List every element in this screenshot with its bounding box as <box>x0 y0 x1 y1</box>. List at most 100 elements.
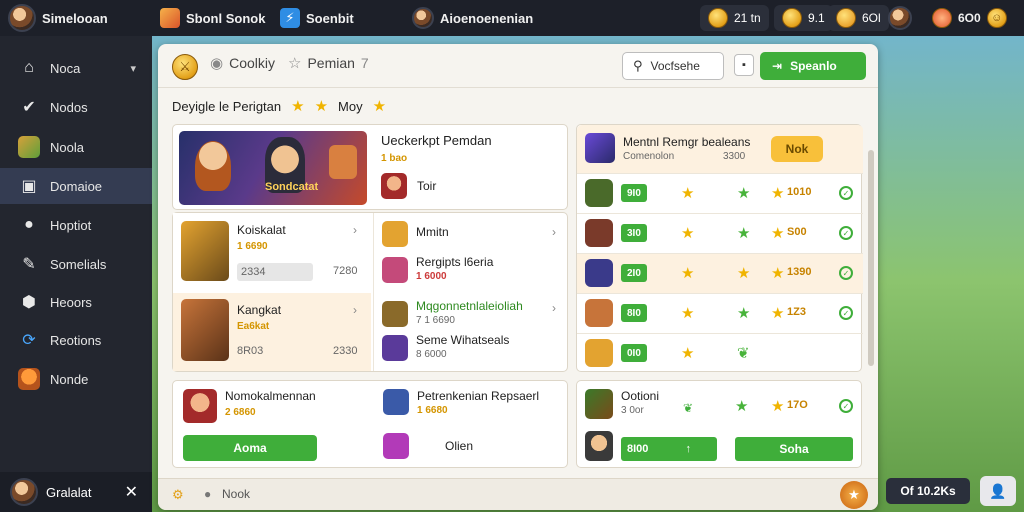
mushroom-icon <box>18 368 40 390</box>
game-title: Kangkat <box>237 303 282 317</box>
list-item[interactable]: Koiskalat 1 6690 › 2334 7280 <box>173 213 371 291</box>
game-value: 7280 <box>333 265 358 277</box>
magic-icon <box>383 433 409 459</box>
smile-coin-icon: ☺ <box>986 8 1007 28</box>
topbar-item-lightning[interactable]: ⚡ Soenbit <box>280 0 354 36</box>
chevron-down-icon: ▾ <box>130 62 136 75</box>
close-icon[interactable]: ✕ <box>125 482 138 502</box>
featured-card[interactable]: Sondcatat Ueckerkpt Pemdan 1 bao Toir <box>172 124 568 210</box>
ranking-button[interactable]: Nok <box>771 136 823 162</box>
topbar-item-gallery[interactable]: Sbonl Sonok <box>160 0 265 36</box>
user-icon: 👤 <box>989 482 1007 499</box>
sidebar-item-reotions[interactable]: ⟳ Reotions <box>0 322 152 358</box>
sidebar-item-heoors[interactable]: ⬢ Heoors <box>0 284 152 320</box>
card-sub: 2 6860 <box>225 407 256 418</box>
sidebar-item-label: Reotions <box>50 332 102 348</box>
search-button[interactable]: ⚲ Vocfsehe <box>622 52 724 80</box>
game-meta: 8R03 <box>237 345 264 357</box>
ranking-card: Mentnl Remgr bealeans Comenolon 3300 Nok… <box>576 124 863 373</box>
list-item[interactable]: Rergipts l6eria 1 6000 <box>374 253 568 289</box>
breadcrumb-extra: Moy <box>338 98 363 114</box>
check-circle-icon: ✓ <box>839 399 853 413</box>
stat-value: 21 tn <box>734 11 761 25</box>
sidebar-user[interactable]: Gralalat ✕ <box>0 472 152 512</box>
clock-icon: ◉ <box>210 55 224 72</box>
check-circle-icon: ✓ <box>839 266 853 280</box>
sidebar-item-hoptiot[interactable]: ● Hoptiot <box>0 207 152 243</box>
game-thumbnail <box>181 299 229 361</box>
list-item[interactable]: Kangkat Ea6kat › 8R03 2330 <box>173 293 371 371</box>
lock-button[interactable]: ▪ <box>734 54 754 76</box>
fire-icon <box>932 8 952 28</box>
ranking-title: Mentnl Remgr bealeans <box>623 135 751 149</box>
list-item[interactable]: Mmitn › <box>374 217 568 253</box>
stat-gold[interactable]: 21 tn <box>700 0 769 36</box>
sidebar-item-somelials[interactable]: ✎ Somelials <box>0 246 152 282</box>
sidebar-item-noola[interactable]: Noola <box>0 129 152 165</box>
tab-coin[interactable]: ⚔ <box>172 54 198 80</box>
avatar-icon <box>412 7 434 29</box>
status-pill: Of 10.2Ks <box>886 478 970 504</box>
card-sub: 1 6680 <box>417 405 448 416</box>
sidebar-item-domaioe[interactable]: ▣ Domaioe <box>0 168 152 204</box>
chevron-right-icon: › <box>353 223 357 237</box>
profile-button[interactable]: 👤 <box>980 476 1016 506</box>
primary-action-button[interactable]: ⇥ Speanlo <box>760 52 866 80</box>
settings-icon[interactable]: ⚙ <box>172 487 184 503</box>
top-bar: Simelooan Sbonl Sonok ⚡ Soenbit Aioenoen… <box>0 0 1024 36</box>
game-sub: 1 6690 <box>237 241 268 252</box>
item-sub: 7 1 6690 <box>416 315 455 326</box>
list-item[interactable]: Seme Wihatseals 8 6000 <box>374 331 568 367</box>
game-icon <box>585 179 613 207</box>
card-action-button[interactable]: Aoma <box>183 435 317 461</box>
app-brand[interactable]: Simelooan <box>8 0 108 36</box>
ranking-row[interactable]: 8I0 ★ ★ ★ 1Z3 ✓ <box>577 293 863 333</box>
topbar-avatar[interactable] <box>888 0 912 36</box>
stat-coins[interactable]: 9.1 <box>774 0 833 36</box>
topbar-currency[interactable]: 6O0 ☺ <box>932 0 1007 36</box>
check-icon: ✔ <box>22 99 36 116</box>
ranking-row[interactable]: 9I0 ★ ★ ★ 1010 ✓ <box>577 173 863 213</box>
card-action-label[interactable]: Olien <box>445 439 473 453</box>
star-icon: ★ <box>735 398 749 415</box>
character-icon <box>381 173 407 199</box>
scrollbar[interactable] <box>868 150 874 366</box>
ranking-row[interactable]: 3I0 ★ ★ ★ S00 ✓ <box>577 213 863 253</box>
ranking-row[interactable]: 2I0 ★ ★ ★ 1390 ✓ <box>577 253 863 293</box>
shield-icon <box>585 133 615 163</box>
featured-banner[interactable]: Sondcatat <box>179 131 367 205</box>
sidebar-item-nodos[interactable]: ✔ Nodos <box>0 89 152 125</box>
lightning-icon: ⚡ <box>280 8 300 28</box>
footer-action-button[interactable]: Soha <box>735 437 853 461</box>
sidebar-item-label: Heoors <box>50 294 92 310</box>
stat-gems[interactable]: 6Ol <box>828 0 889 36</box>
star-icon: ★ <box>291 98 305 115</box>
coin-icon <box>708 8 728 28</box>
ranking-footer-card: Ootioni 3 0or ❦ ★ ★ 17O ✓ 8I00 ↑ Soha <box>576 380 862 468</box>
user-avatar-icon[interactable] <box>8 4 36 32</box>
app-title: Simelooan <box>42 10 108 26</box>
star-icon: ★ <box>681 185 695 202</box>
arrow-up-icon: ↑ <box>685 443 692 455</box>
star-fab-icon[interactable]: ★ <box>840 481 868 509</box>
tag-icon: ● <box>24 216 34 233</box>
ranking-row[interactable]: 0I0 ★ ❦ <box>577 333 863 373</box>
item-sub: 8 6000 <box>416 349 447 360</box>
rank-value: 1390 <box>787 266 812 278</box>
topbar-item-label: Aioenoenenian <box>440 10 534 26</box>
topbar-item-profile[interactable]: Aioenoenenian <box>412 0 533 36</box>
sidebar-item-label: Domaioe <box>50 178 103 194</box>
game-title: Koiskalat <box>237 223 286 237</box>
star-icon: ★ <box>681 345 695 362</box>
user-name: Gralalat <box>46 484 92 500</box>
sidebar-item-noca[interactable]: ⌂ Noca ▾ <box>0 50 152 86</box>
sidebar-item-nonde[interactable]: Nonde <box>0 361 152 397</box>
gamepad-icon: ▣ <box>21 178 37 195</box>
tab-coolkiy[interactable]: ◉ Coolkiy <box>210 54 275 72</box>
tab-pemian[interactable]: ☆ Pemian 7 <box>288 54 369 72</box>
list-item[interactable]: Mqgonnetnlaleioliah 7 1 6690 › <box>374 297 568 333</box>
bottom-left-card: Nomokalmennan 2 6860 Aoma Petrenkenian R… <box>172 380 568 468</box>
rank-value: 1010 <box>787 186 812 198</box>
game-sub: Ea6kat <box>237 321 270 332</box>
character-icon <box>183 389 217 423</box>
